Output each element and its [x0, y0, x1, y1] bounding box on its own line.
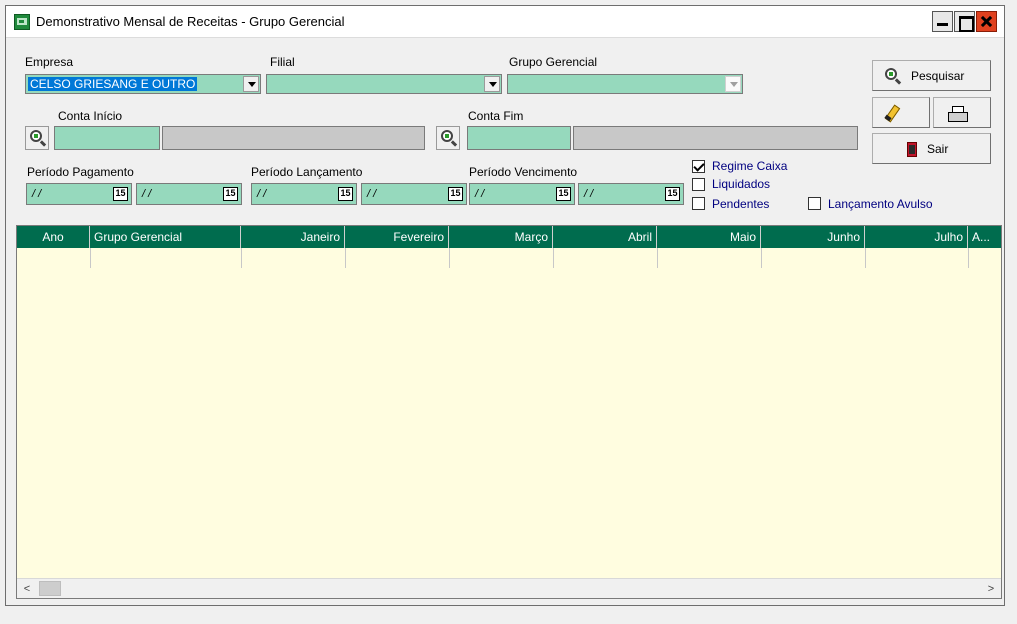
grupo-gerencial-select[interactable]: [507, 74, 743, 94]
empresa-value: CELSO GRIESANG E OUTRO: [28, 77, 198, 91]
conta-inicio-description: [162, 126, 425, 150]
calendar-icon[interactable]: 15: [665, 187, 680, 201]
column-header-marco[interactable]: Março: [449, 226, 553, 248]
app-icon: [14, 14, 30, 30]
filial-select[interactable]: [266, 74, 502, 94]
periodo-lancamento-inicio[interactable]: / / 15: [251, 183, 357, 205]
clear-button[interactable]: [872, 97, 930, 128]
print-button[interactable]: [933, 97, 991, 128]
column-header-ano[interactable]: Ano: [17, 226, 90, 248]
exit-door-icon: [907, 142, 917, 157]
conta-fim-search-button[interactable]: [436, 126, 460, 150]
periodo-lancamento-label: Período Lançamento: [251, 165, 363, 179]
regime-caixa-checkbox[interactable]: [692, 160, 705, 173]
eraser-icon: [885, 105, 899, 121]
conta-fim-code-input[interactable]: [467, 126, 571, 150]
grid-header: Ano Grupo Gerencial Janeiro Fevereiro Ma…: [17, 226, 1001, 248]
lancamento-avulso-label: Lançamento Avulso: [828, 197, 933, 211]
scroll-right-button[interactable]: >: [983, 581, 999, 597]
periodo-pagamento-fim[interactable]: / / 15: [136, 183, 242, 205]
conta-inicio-search-button[interactable]: [25, 126, 49, 150]
calendar-icon[interactable]: 15: [113, 187, 128, 201]
chevron-down-icon[interactable]: [725, 76, 741, 92]
calendar-icon[interactable]: 15: [556, 187, 571, 201]
empresa-label: Empresa: [25, 55, 74, 69]
maximize-button[interactable]: [954, 11, 975, 32]
main-window: Demonstrativo Mensal de Receitas - Grupo…: [5, 5, 1005, 606]
conta-inicio-code-input[interactable]: [54, 126, 160, 150]
column-header-maio[interactable]: Maio: [657, 226, 761, 248]
periodo-vencimento-inicio[interactable]: / / 15: [469, 183, 575, 205]
calendar-icon[interactable]: 15: [223, 187, 238, 201]
filial-label: Filial: [270, 55, 295, 69]
chevron-down-icon[interactable]: [243, 76, 259, 92]
close-button[interactable]: [976, 11, 997, 32]
regime-caixa-label: Regime Caixa: [712, 159, 788, 173]
pendentes-label: Pendentes: [712, 197, 770, 211]
empresa-select[interactable]: CELSO GRIESANG E OUTRO: [25, 74, 261, 94]
calendar-icon[interactable]: 15: [448, 187, 463, 201]
calendar-icon[interactable]: 15: [338, 187, 353, 201]
horizontal-scrollbar[interactable]: < >: [17, 578, 1001, 598]
pesquisar-button[interactable]: Pesquisar: [872, 60, 991, 91]
minimize-button[interactable]: [932, 11, 953, 32]
scroll-thumb[interactable]: [39, 581, 61, 596]
periodo-pagamento-label: Período Pagamento: [27, 165, 134, 179]
column-header-junho[interactable]: Junho: [761, 226, 865, 248]
conta-fim-label: Conta Fim: [468, 109, 524, 123]
column-header-agosto[interactable]: A...: [968, 226, 1001, 248]
column-header-julho[interactable]: Julho: [865, 226, 968, 248]
window-title: Demonstrativo Mensal de Receitas - Grupo…: [36, 14, 345, 29]
results-grid[interactable]: Ano Grupo Gerencial Janeiro Fevereiro Ma…: [16, 225, 1002, 599]
printer-icon: [948, 106, 968, 122]
column-header-janeiro[interactable]: Janeiro: [241, 226, 345, 248]
title-bar: Demonstrativo Mensal de Receitas - Grupo…: [6, 6, 1004, 38]
column-header-abril[interactable]: Abril: [553, 226, 657, 248]
pendentes-checkbox[interactable]: [692, 197, 705, 210]
conta-fim-description: [573, 126, 858, 150]
periodo-lancamento-fim[interactable]: / / 15: [361, 183, 467, 205]
grupo-gerencial-label: Grupo Gerencial: [509, 55, 598, 69]
periodo-vencimento-label: Período Vencimento: [469, 165, 578, 179]
periodo-pagamento-inicio[interactable]: / / 15: [26, 183, 132, 205]
periodo-vencimento-fim[interactable]: / / 15: [578, 183, 684, 205]
chevron-down-icon[interactable]: [484, 76, 500, 92]
conta-inicio-label: Conta Início: [58, 109, 123, 123]
lancamento-avulso-checkbox[interactable]: [808, 197, 821, 210]
column-header-grupo-gerencial[interactable]: Grupo Gerencial: [90, 226, 241, 248]
liquidados-checkbox[interactable]: [692, 178, 705, 191]
sair-button[interactable]: Sair: [872, 133, 991, 164]
liquidados-label: Liquidados: [712, 177, 771, 191]
column-header-fevereiro[interactable]: Fevereiro: [345, 226, 449, 248]
scroll-left-button[interactable]: <: [19, 581, 35, 597]
